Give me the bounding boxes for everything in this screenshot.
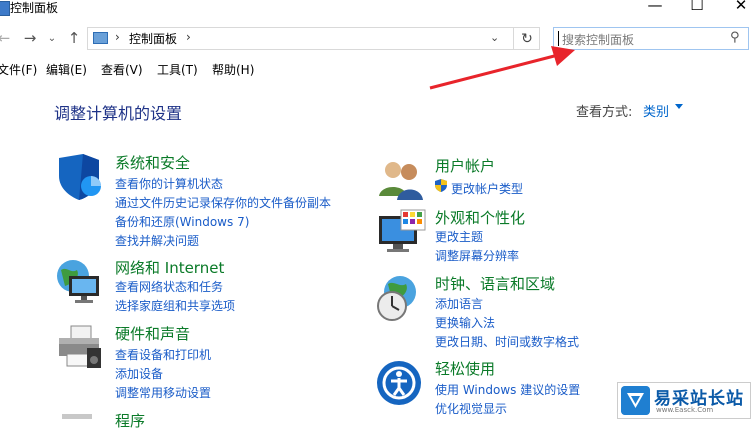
menu-help[interactable]: 帮助(H): [212, 61, 254, 78]
category-clock-language-region[interactable]: 时钟、语言和区域: [435, 273, 555, 294]
ease-of-access-icon[interactable]: [374, 358, 424, 408]
watermark-url: www.Easck.Com: [656, 406, 714, 414]
link-windows-recommended-settings[interactable]: 使用 Windows 建议的设置: [435, 381, 580, 398]
link-screen-resolution[interactable]: 调整屏幕分辨率: [435, 247, 519, 264]
recent-locations-button[interactable]: ⌄: [42, 28, 62, 48]
menu-view[interactable]: 查看(V): [101, 61, 143, 78]
page-title: 调整计算机的设置: [54, 104, 183, 123]
shield-icon[interactable]: [55, 152, 105, 202]
category-hardware-sound[interactable]: 硬件和声音: [115, 323, 190, 344]
link-file-history-backup[interactable]: 通过文件历史记录保存你的文件备份副本: [115, 194, 331, 211]
view-by-dropdown[interactable]: 类别: [643, 101, 669, 120]
category-network-internet[interactable]: 网络和 Internet: [115, 257, 224, 278]
category-programs[interactable]: 程序: [115, 410, 145, 431]
minimize-button[interactable]: —: [632, 0, 678, 16]
window-title: 控制面板: [10, 1, 59, 15]
close-button[interactable]: ✕: [718, 0, 751, 16]
search-icon[interactable]: ⚲: [730, 30, 740, 45]
link-add-device[interactable]: 添加设备: [115, 365, 163, 382]
category-system-security[interactable]: 系统和安全: [115, 152, 190, 173]
link-mobility-settings[interactable]: 调整常用移动设置: [115, 384, 211, 401]
view-by-label: 查看方式:: [576, 105, 633, 120]
watermark-logo: [621, 386, 650, 415]
control-panel-icon: [0, 1, 10, 16]
title-bar: 控制面板 — ☐ ✕: [0, 0, 751, 22]
link-devices-printers[interactable]: 查看设备和打印机: [115, 346, 211, 363]
search-input[interactable]: 搜索控制面板 ⚲: [553, 27, 749, 50]
users-icon[interactable]: [377, 156, 427, 206]
link-change-date-time-format[interactable]: 更改日期、时间或数字格式: [435, 333, 579, 350]
link-network-status[interactable]: 查看网络状态和任务: [115, 278, 223, 295]
breadcrumb-separator[interactable]: ›: [115, 30, 120, 44]
link-add-language[interactable]: 添加语言: [435, 295, 483, 312]
up-button[interactable]: ↑: [64, 28, 84, 48]
link-backup-restore[interactable]: 备份和还原(Windows 7): [115, 213, 249, 230]
link-optimize-visual-display[interactable]: 优化视觉显示: [435, 400, 507, 417]
red-arrow-annotation: [429, 46, 575, 90]
maximize-button[interactable]: ☐: [674, 0, 720, 16]
link-change-theme[interactable]: 更改主题: [435, 228, 483, 245]
link-change-account-type[interactable]: 更改帐户类型: [451, 180, 523, 197]
link-troubleshoot[interactable]: 查找并解决问题: [115, 232, 199, 249]
category-user-accounts[interactable]: 用户帐户: [435, 155, 495, 176]
monitor-palette-icon[interactable]: [377, 208, 427, 258]
chevron-down-icon[interactable]: [675, 104, 683, 109]
link-view-computer-status[interactable]: 查看你的计算机状态: [115, 175, 223, 192]
menu-edit[interactable]: 编辑(E): [46, 61, 87, 78]
category-ease-of-access[interactable]: 轻松使用: [435, 358, 495, 379]
link-change-input-method[interactable]: 更换输入法: [435, 314, 495, 331]
site-watermark: 易采站长站 www.Easck.Com: [617, 382, 751, 419]
network-globe-icon[interactable]: [55, 256, 105, 306]
menu-file[interactable]: 文件(F): [0, 61, 37, 78]
arrow-shaft: [429, 52, 563, 90]
uac-shield-icon: [435, 179, 447, 192]
arrow-head: [551, 46, 575, 66]
control-panel-small-icon: [93, 32, 108, 44]
link-homegroup-sharing[interactable]: 选择家庭组和共享选项: [115, 297, 235, 314]
printer-icon[interactable]: [55, 322, 105, 372]
forward-button[interactable]: →: [20, 28, 40, 48]
category-appearance-personalization[interactable]: 外观和个性化: [435, 207, 525, 228]
clock-globe-icon[interactable]: [374, 272, 424, 322]
programs-icon[interactable]: [58, 408, 98, 419]
breadcrumb-control-panel[interactable]: 控制面板: [129, 30, 177, 47]
back-button[interactable]: ←: [0, 28, 14, 48]
menu-tools[interactable]: 工具(T): [157, 61, 198, 78]
breadcrumb-separator[interactable]: ›: [186, 30, 191, 44]
